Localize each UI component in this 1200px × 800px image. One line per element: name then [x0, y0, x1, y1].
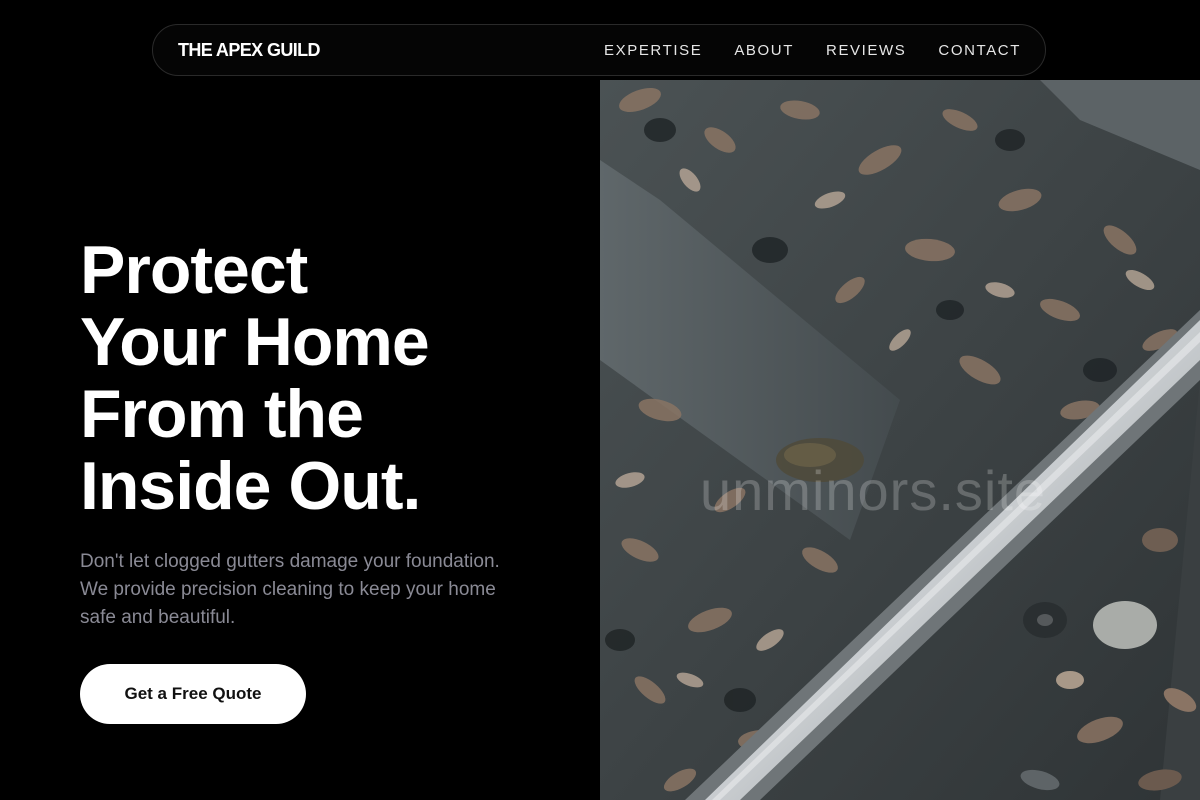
- photo-watermark: unminors.site: [700, 459, 1047, 522]
- hero-title-line: From the: [80, 376, 364, 452]
- brand-logo[interactable]: THE APEX GUILD: [178, 40, 321, 61]
- hero-subtitle: Don't let clogged gutters damage your fo…: [80, 551, 500, 628]
- hero-title: Protect Your Home From the Inside Out.: [80, 234, 540, 522]
- gutter-photo-illustration: [600, 80, 1200, 800]
- get-quote-button[interactable]: Get a Free Quote: [80, 664, 306, 724]
- hero-photo-gutter-leaves: unminors.site: [600, 80, 1200, 800]
- nav-links: EXPERTISE ABOUT REVIEWS CONTACT: [604, 42, 1021, 59]
- nav-link-contact[interactable]: CONTACT: [938, 42, 1021, 59]
- page: THE APEX GUILD EXPERTISE ABOUT REVIEWS C…: [0, 0, 1200, 800]
- hero-title-line: Protect: [80, 232, 308, 308]
- top-nav: THE APEX GUILD EXPERTISE ABOUT REVIEWS C…: [152, 24, 1046, 76]
- nav-link-about[interactable]: ABOUT: [734, 42, 794, 59]
- nav-link-expertise[interactable]: EXPERTISE: [604, 42, 702, 59]
- hero-title-line: Your Home: [80, 304, 430, 380]
- hero-title-line: Inside Out.: [80, 448, 421, 524]
- nav-link-reviews[interactable]: REVIEWS: [826, 42, 906, 59]
